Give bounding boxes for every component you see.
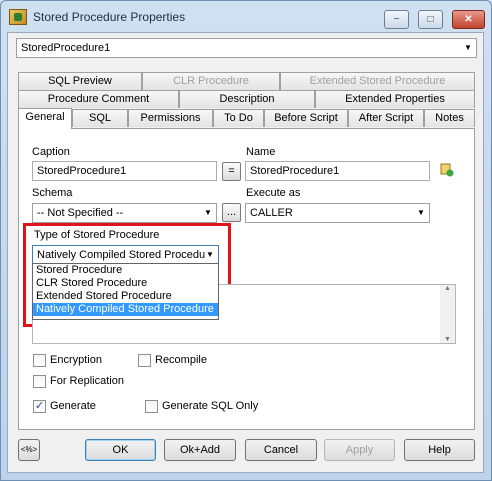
tab-after-script[interactable]: After Script	[348, 109, 424, 127]
tab-notes[interactable]: Notes	[424, 109, 475, 127]
object-selector-combo[interactable]: StoredProcedure1 ▼	[16, 38, 477, 58]
navigate-button[interactable]: <%>	[18, 439, 40, 461]
tab-description[interactable]: Description	[179, 90, 315, 108]
vertical-scrollbar[interactable]: ▲ ▼	[440, 285, 455, 343]
apply-button: Apply	[324, 439, 395, 461]
tab-clr-procedure: CLR Procedure	[142, 72, 280, 90]
tab-permissions[interactable]: Permissions	[128, 109, 213, 127]
chevron-down-icon: ▼	[417, 208, 425, 217]
tab-general[interactable]: General	[18, 108, 72, 129]
type-option-natively-compiled[interactable]: Natively Compiled Stored Procedure	[33, 303, 218, 316]
tab-extended-stored-procedure: Extended Stored Procedure	[280, 72, 475, 90]
tab-to-do[interactable]: To Do	[213, 109, 264, 127]
object-selector-value: StoredProcedure1	[21, 42, 111, 54]
recompile-checkbox[interactable]	[138, 354, 151, 367]
type-dropdown-list: Stored Procedure CLR Stored Procedure Ex…	[32, 263, 219, 320]
name-label: Name	[246, 146, 276, 158]
scroll-up-icon[interactable]: ▲	[440, 285, 455, 292]
encryption-label: Encryption	[50, 354, 102, 366]
name-options-icon[interactable]	[440, 163, 454, 177]
generate-sql-only-label: Generate SQL Only	[162, 400, 259, 412]
tab-extended-properties[interactable]: Extended Properties	[315, 90, 475, 108]
schema-combo[interactable]: -- Not Specified -- ▼	[32, 203, 217, 223]
type-option-clr-stored-procedure[interactable]: CLR Stored Procedure	[33, 277, 218, 290]
generate-sql-only-checkbox[interactable]	[145, 400, 158, 413]
help-button[interactable]: Help	[404, 439, 475, 461]
name-field[interactable]: StoredProcedure1	[245, 161, 430, 181]
tab-procedure-comment[interactable]: Procedure Comment	[18, 90, 179, 108]
execute-as-value: CALLER	[250, 207, 293, 219]
scroll-down-icon[interactable]: ▼	[440, 336, 455, 343]
window-title: Stored Procedure Properties	[33, 10, 186, 24]
tab-sql-preview[interactable]: SQL Preview	[18, 72, 142, 90]
caption-field[interactable]: StoredProcedure1	[32, 161, 217, 181]
for-replication-checkbox[interactable]	[33, 375, 46, 388]
tab-sql[interactable]: SQL	[72, 109, 128, 127]
for-replication-label: For Replication	[50, 375, 124, 387]
close-button[interactable]: ✕	[452, 10, 485, 29]
schema-browse-button[interactable]: ...	[222, 203, 241, 222]
encryption-checkbox[interactable]	[33, 354, 46, 367]
title-bar[interactable]: Stored Procedure Properties − □ ✕	[1, 1, 491, 33]
schema-label: Schema	[32, 187, 73, 199]
chevron-down-icon: ▼	[204, 208, 212, 217]
maximize-button[interactable]: □	[418, 10, 443, 29]
generate-label: Generate	[50, 400, 96, 412]
tab-before-script[interactable]: Before Script	[264, 109, 348, 127]
cancel-button[interactable]: Cancel	[245, 439, 317, 461]
recompile-label: Recompile	[155, 354, 207, 366]
generate-checkbox[interactable]: ✓	[33, 400, 46, 413]
caption-label: Caption	[32, 146, 70, 158]
stored-procedure-icon	[9, 9, 27, 25]
type-option-stored-procedure[interactable]: Stored Procedure	[33, 264, 218, 277]
execute-as-combo[interactable]: CALLER ▼	[245, 203, 430, 223]
ok-add-button[interactable]: Ok+Add	[164, 439, 236, 461]
sync-name-button[interactable]: =	[222, 162, 241, 181]
type-option-extended-stored-procedure[interactable]: Extended Stored Procedure	[33, 290, 218, 303]
chevron-down-icon: ▼	[464, 43, 472, 52]
execute-as-label: Execute as	[246, 187, 301, 199]
minimize-button[interactable]: −	[384, 10, 409, 29]
schema-value: -- Not Specified --	[37, 207, 124, 219]
ok-button[interactable]: OK	[85, 439, 156, 461]
